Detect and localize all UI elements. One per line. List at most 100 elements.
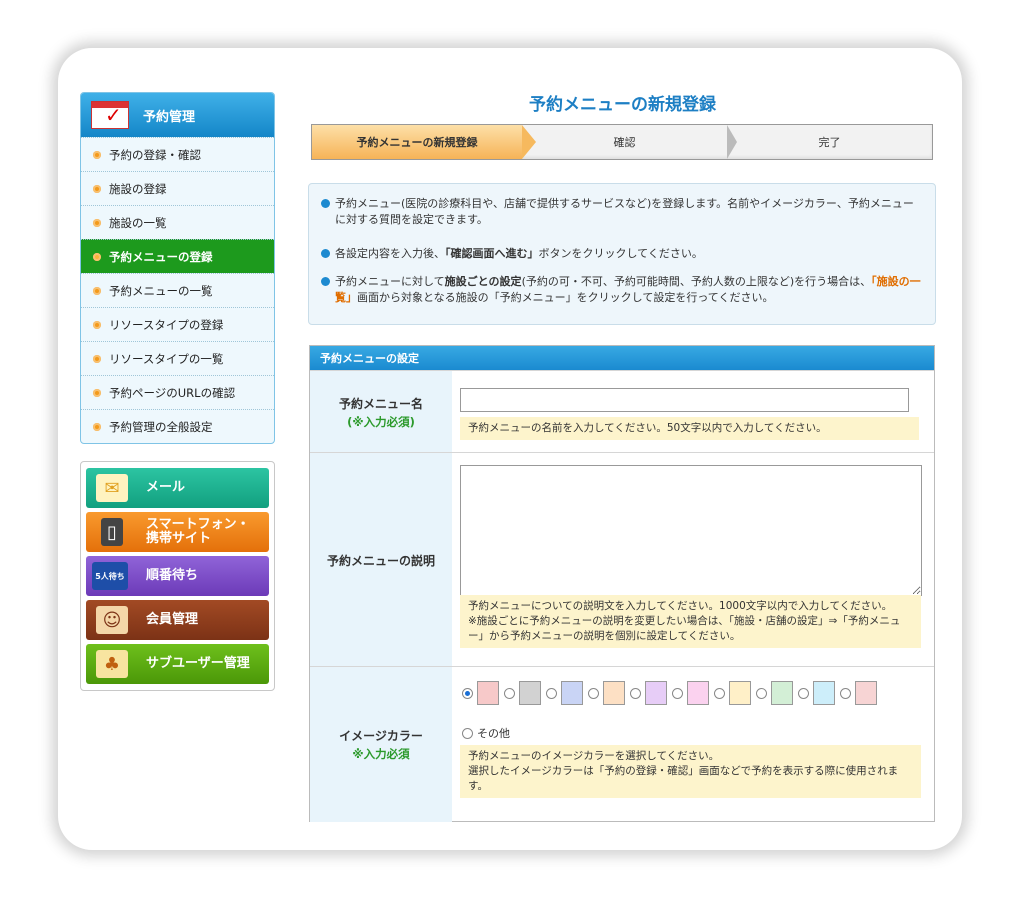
sidebar-item-label: 施設の登録 <box>109 181 167 196</box>
color-swatch[interactable] <box>729 681 751 705</box>
info-text-part: 画面から対象となる施設の「予約メニュー」をクリックして設定を行ってください。 <box>357 291 774 304</box>
color-swatch[interactable] <box>687 681 709 705</box>
org-chart-icon: ♣ <box>96 650 128 678</box>
description-label: 予約メニューの説明 <box>326 553 435 568</box>
step-arrow <box>727 125 737 159</box>
bullet-icon <box>93 320 101 329</box>
sidebar-item-general-settings[interactable]: 予約管理の全般設定 <box>81 409 274 443</box>
sidebar-item-facility-list[interactable]: 施設の一覧 <box>81 205 274 239</box>
reservation-menu: ✓ 予約管理 予約の登録・確認 施設の登録 施設の一覧 予約メニューの登録 予約… <box>80 92 275 444</box>
info-bullet-icon <box>321 249 330 258</box>
sidebar-item-label: リソースタイプの一覧 <box>109 351 224 366</box>
color-radio[interactable] <box>756 687 767 699</box>
color-label-cell: イメージカラー ※入力必須 <box>310 667 452 822</box>
reservation-menu-title: 予約管理 <box>143 109 196 125</box>
color-swatch[interactable] <box>519 681 541 705</box>
sidebar-item-label: 予約の登録・確認 <box>109 147 201 162</box>
members-icon: ☺ <box>96 606 128 634</box>
description-hint-line1: 予約メニューについての説明文を入力してください。1000文字以内で入力してくださ… <box>468 600 893 612</box>
sidebar-item-label: 施設の一覧 <box>109 215 167 230</box>
info-text: 各設定内容を入力後、「確認画面へ進む」ボタンをクリックしてください。 <box>335 246 921 262</box>
color-other-radio[interactable] <box>462 727 473 739</box>
step-label: 確認 <box>613 136 636 149</box>
color-radio[interactable] <box>798 687 809 699</box>
step-arrow <box>522 125 536 159</box>
envelope-icon: ✉ <box>96 474 128 502</box>
color-swatch[interactable] <box>771 681 793 705</box>
info-line: 予約メニュー(医院の診療科目や、店舗で提供するサービスなど)を登録します。名前や… <box>321 196 921 228</box>
page-title: 予約メニューの新規登録 <box>529 95 716 115</box>
queue-button[interactable]: 5人待ち 順番待ち <box>86 556 269 596</box>
sidebar-item-resource-list[interactable]: リソースタイプの一覧 <box>81 341 274 375</box>
required-note: ※入力必須 <box>352 747 410 761</box>
step-label: 完了 <box>818 136 841 149</box>
required-note: (※入力必須) <box>347 414 415 429</box>
info-text-part: 予約メニューに対して <box>335 275 445 288</box>
description-hint: 予約メニューについての説明文を入力してください。1000文字以内で入力してくださ… <box>460 595 921 648</box>
color-radio[interactable] <box>840 687 851 699</box>
bullet-icon <box>93 150 101 159</box>
info-line: 各設定内容を入力後、「確認画面へ進む」ボタンをクリックしてください。 <box>321 246 921 262</box>
step-label: 予約メニューの新規登録 <box>356 136 478 149</box>
color-label: イメージカラー <box>339 729 423 743</box>
color-swatch-group <box>460 681 880 705</box>
menu-name-input[interactable] <box>460 388 909 412</box>
sidebar-item-label: 予約メニューの一覧 <box>109 283 213 298</box>
sidebar-item-url-check[interactable]: 予約ページのURLの確認 <box>81 375 274 409</box>
name-label-cell: 予約メニュー名 (※入力必須) <box>310 371 452 453</box>
color-hint-line2: 選択したイメージカラーは「予約の登録・確認」画面などで予約を表示する際に使用され… <box>468 765 899 792</box>
color-row: イメージカラー ※入力必須 その他 予約メニューのイメージカラーを選択してくださ… <box>310 666 934 822</box>
color-radio[interactable] <box>504 687 515 699</box>
color-radio[interactable] <box>588 687 599 699</box>
color-radio[interactable] <box>546 687 557 699</box>
color-swatch[interactable] <box>855 681 877 705</box>
bullet-icon <box>93 422 101 431</box>
member-management-button[interactable]: ☺ 会員管理 <box>86 600 269 640</box>
info-text-strong: 施設ごとの設定 <box>444 275 522 288</box>
color-other-option[interactable]: その他 <box>460 725 510 741</box>
info-bullet-icon <box>321 277 330 286</box>
smartphone-site-button[interactable]: ▯ スマートフォン・ 携帯サイト <box>86 512 269 552</box>
sidebar-item-menu-register[interactable]: 予約メニューの登録 <box>81 239 274 273</box>
subuser-management-label: サブユーザー管理 <box>146 656 250 671</box>
color-hint: 予約メニューのイメージカラーを選択してください。 選択したイメージカラーは「予約… <box>460 745 921 798</box>
sidebar-item-resource-register[interactable]: リソースタイプの登録 <box>81 307 274 341</box>
sidebar-item-menu-list[interactable]: 予約メニューの一覧 <box>81 273 274 307</box>
name-row: 予約メニュー名 (※入力必須) 予約メニューの名前を入力してください。50文字以… <box>310 370 934 453</box>
service-menu: ✉ メール ▯ スマートフォン・ 携帯サイト 5人待ち 順番待ち ☺ 会員管理 ♣… <box>80 461 275 691</box>
name-label: 予約メニュー名 <box>338 396 423 411</box>
step-confirm: 確認 <box>522 125 737 159</box>
color-radio[interactable] <box>630 687 641 699</box>
menu-description-textarea[interactable] <box>460 465 922 596</box>
reservation-menu-header: ✓ 予約管理 <box>81 93 274 137</box>
color-swatch[interactable] <box>645 681 667 705</box>
sidebar-item-reservation-register[interactable]: 予約の登録・確認 <box>81 137 274 171</box>
sidebar-item-label: 予約メニューの登録 <box>109 249 213 264</box>
color-radio[interactable] <box>672 687 683 699</box>
smartphone-label: スマートフォン・ 携帯サイト <box>146 518 250 546</box>
info-text: 予約メニュー(医院の診療科目や、店舗で提供するサービスなど)を登録します。名前や… <box>335 197 914 226</box>
smartphone-icon: ▯ <box>101 518 123 546</box>
color-radio[interactable] <box>714 687 725 699</box>
info-text-strong: 「確認画面へ進む」 <box>445 247 539 260</box>
menu-settings-form: 予約メニューの設定 予約メニュー名 (※入力必須) 予約メニューの名前を入力して… <box>309 345 935 822</box>
sidebar-item-facility-register[interactable]: 施設の登録 <box>81 171 274 205</box>
color-swatch[interactable] <box>477 681 499 705</box>
smartphone-label-line1: スマートフォン・ <box>146 517 250 532</box>
name-hint: 予約メニューの名前を入力してください。50文字以内で入力してください。 <box>460 417 919 440</box>
color-radio[interactable] <box>462 687 473 699</box>
mail-button[interactable]: ✉ メール <box>86 468 269 508</box>
bullet-icon <box>93 252 101 261</box>
color-hint-line1: 予約メニューのイメージカラーを選択してください。 <box>468 750 720 762</box>
form-header: 予約メニューの設定 <box>310 346 934 370</box>
sidebar-item-label: リソースタイプの登録 <box>109 317 224 332</box>
bullet-icon <box>93 218 101 227</box>
color-swatch[interactable] <box>561 681 583 705</box>
info-text: 予約メニューに対して施設ごとの設定(予約の可・不可、予約可能時間、予約人数の上限… <box>335 274 921 306</box>
color-swatch[interactable] <box>603 681 625 705</box>
queue-sign-icon: 5人待ち <box>92 562 128 590</box>
subuser-management-button[interactable]: ♣ サブユーザー管理 <box>86 644 269 684</box>
description-row: 予約メニューの説明 予約メニューについての説明文を入力してください。1000文字… <box>310 452 934 667</box>
info-line: 予約メニューに対して施設ごとの設定(予約の可・不可、予約可能時間、予約人数の上限… <box>321 274 921 306</box>
color-swatch[interactable] <box>813 681 835 705</box>
